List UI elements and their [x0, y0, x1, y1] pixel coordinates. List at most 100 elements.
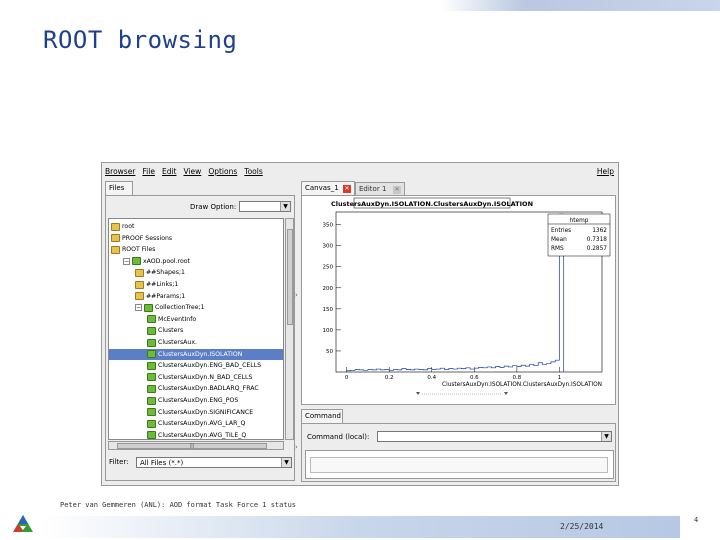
- canvas-area[interactable]: ClustersAuxDyn.ISOLATION.ClustersAuxDyn.…: [301, 195, 616, 405]
- tree-item[interactable]: ClustersAuxDyn.N_BAD_CELLS: [147, 372, 256, 383]
- filter-value: All Files (*.*): [140, 459, 184, 467]
- folder-icon: [111, 222, 120, 231]
- tree-item-label: ClustersAuxDyn.AVG_LAR_Q: [158, 420, 246, 428]
- tree-item-label: ClustersAux.: [158, 339, 197, 346]
- tree-item[interactable]: ROOT Files: [111, 244, 159, 255]
- tree-item[interactable]: ##Links;1: [135, 279, 182, 290]
- tree-vertical-scrollbar[interactable]: [285, 218, 294, 440]
- tree-item[interactable]: ClustersAuxDyn.ENG_BAD_CELLS: [147, 360, 265, 371]
- filter-select[interactable]: All Files (*.*) ▼: [136, 457, 292, 468]
- x-tick-label: 1: [558, 375, 562, 381]
- y-tick-label: 250: [323, 265, 334, 271]
- chevron-down-icon[interactable]: ▼: [281, 458, 291, 467]
- menu-edit[interactable]: Edit: [162, 167, 177, 176]
- histogram-plot[interactable]: ClustersAuxDyn.ISOLATION.ClustersAuxDyn.…: [302, 196, 615, 404]
- leaf-icon: [147, 384, 156, 393]
- branch-icon: [147, 338, 156, 347]
- tree-item-label: ClustersAuxDyn.AVG_TILE_Q: [158, 431, 247, 439]
- chevron-right-icon[interactable]: ›: [295, 443, 298, 451]
- tree-item-label: root: [122, 223, 135, 230]
- tree-item[interactable]: ClustersAux.: [147, 337, 201, 348]
- footer-date: 2/25/2014: [560, 522, 604, 531]
- chevron-down-icon[interactable]: ▼: [280, 202, 290, 211]
- command-output: [310, 457, 608, 473]
- command-panel: Command (local): ▼: [301, 423, 616, 482]
- tree-item[interactable]: − CollectionTree;1: [135, 302, 209, 313]
- folder-icon: [135, 280, 144, 289]
- menu-view[interactable]: View: [184, 167, 202, 176]
- menu-tools[interactable]: Tools: [244, 167, 262, 176]
- tree-item[interactable]: ClustersAuxDyn.SIGNIFICANCE: [147, 407, 257, 418]
- tab-editor-1[interactable]: Editor 1 ✕: [355, 182, 405, 195]
- tree-item[interactable]: ##Shapes;1: [135, 267, 189, 278]
- tree-item[interactable]: − xAOD.pool.root: [123, 256, 194, 267]
- footer-author: Peter van Gemmeren (ANL): AOD format Tas…: [60, 501, 297, 509]
- menu-file[interactable]: File: [142, 167, 155, 176]
- tree-horizontal-scrollbar[interactable]: |||: [108, 441, 284, 450]
- y-tick-label: 200: [323, 286, 334, 292]
- page-number: 4: [694, 516, 699, 524]
- x-axis-label: ClustersAuxDyn.ISOLATION.ClustersAuxDyn.…: [442, 382, 602, 388]
- draw-option-select[interactable]: ▼: [239, 201, 291, 212]
- tree-item[interactable]: ClustersAuxDyn.AVG_LAR_Q: [147, 418, 249, 429]
- y-tick-label: 50: [326, 349, 333, 355]
- tree-item-label: ClustersAuxDyn.ENG_POS: [158, 397, 239, 404]
- tree-item[interactable]: McEventInfo: [147, 314, 200, 325]
- y-tick-label: 300: [323, 244, 334, 250]
- tree-item[interactable]: ClustersAuxDyn.BADLARQ_FRAC: [147, 383, 263, 394]
- command-label: Command (local):: [307, 433, 370, 441]
- tab-command[interactable]: Command: [301, 409, 343, 423]
- leaf-icon: [147, 419, 156, 428]
- stats-key: RMS: [551, 246, 564, 252]
- x-tick-label: 0: [345, 375, 349, 381]
- file-tree[interactable]: root PROOF Sessions ROOT Files − xAOD.pool.r…: [108, 218, 284, 440]
- tree-item[interactable]: ##Params;1: [135, 291, 189, 302]
- tree-item-label: ClustersAuxDyn.ISOLATION: [158, 350, 243, 358]
- tree-item[interactable]: ClustersAuxDyn.ISOLATION: [109, 348, 283, 360]
- tree-item[interactable]: root: [111, 221, 138, 232]
- branch-icon: [147, 315, 156, 324]
- tab-files[interactable]: Files: [105, 181, 133, 195]
- tree-item[interactable]: PROOF Sessions: [111, 233, 176, 244]
- x-tick-label: 0.8: [513, 375, 522, 381]
- tree-item[interactable]: ClustersAuxDyn.AVG_TILE_Q: [147, 430, 250, 439]
- chevron-down-icon[interactable]: ▼: [601, 432, 611, 441]
- tab-label: Editor 1: [359, 185, 387, 193]
- anl-logo-icon: [13, 515, 33, 532]
- tree-icon: [144, 303, 153, 312]
- y-tick-label: 100: [323, 328, 334, 334]
- close-icon[interactable]: ✕: [343, 185, 351, 193]
- tree-item[interactable]: ClustersAuxDyn.ENG_POS: [147, 395, 242, 406]
- files-panel: Draw Option: ▼ root PROOF Sessions ROOT Fi…: [105, 195, 295, 481]
- x-tick-label: 0.2: [385, 375, 394, 381]
- chevron-down-icon[interactable]: [416, 392, 420, 395]
- folder-icon: [111, 245, 120, 254]
- collapse-icon[interactable]: −: [123, 257, 130, 265]
- x-tick-label: 0.6: [470, 375, 479, 381]
- tab-label: Canvas_1: [305, 184, 339, 192]
- menu-browser[interactable]: Browser: [105, 167, 135, 176]
- collapse-icon[interactable]: −: [135, 304, 142, 312]
- chevron-down-icon[interactable]: [504, 392, 508, 395]
- chevron-right-icon[interactable]: ›: [295, 291, 298, 299]
- scrollbar-thumb[interactable]: |||: [117, 443, 267, 449]
- stats-value: 0.7318: [587, 237, 608, 243]
- root-browser-window: Browser File Edit View Options Tools Hel…: [101, 162, 619, 486]
- command-history[interactable]: [305, 450, 614, 479]
- menu-help[interactable]: Help: [597, 167, 614, 176]
- draw-option-label: Draw Option:: [190, 203, 237, 211]
- tab-canvas-1[interactable]: Canvas_1 ✕: [301, 181, 355, 195]
- close-icon[interactable]: ✕: [393, 186, 401, 194]
- folder-icon: [111, 234, 120, 243]
- leaf-icon: [147, 361, 156, 370]
- tree-item[interactable]: Clusters: [147, 325, 187, 336]
- y-tick-label: 350: [323, 223, 334, 229]
- scrollbar-thumb[interactable]: [287, 229, 293, 325]
- menu-options[interactable]: Options: [208, 167, 237, 176]
- stats-value: 1362: [592, 228, 607, 234]
- root-file-icon: [132, 257, 141, 266]
- tree-item-label: ClustersAuxDyn.ENG_BAD_CELLS: [158, 362, 262, 370]
- tree-item-label: ClustersAuxDyn.BADLARQ_FRAC: [158, 385, 259, 393]
- tree-item-label: ROOT Files: [122, 246, 156, 254]
- command-input[interactable]: ▼: [377, 431, 612, 442]
